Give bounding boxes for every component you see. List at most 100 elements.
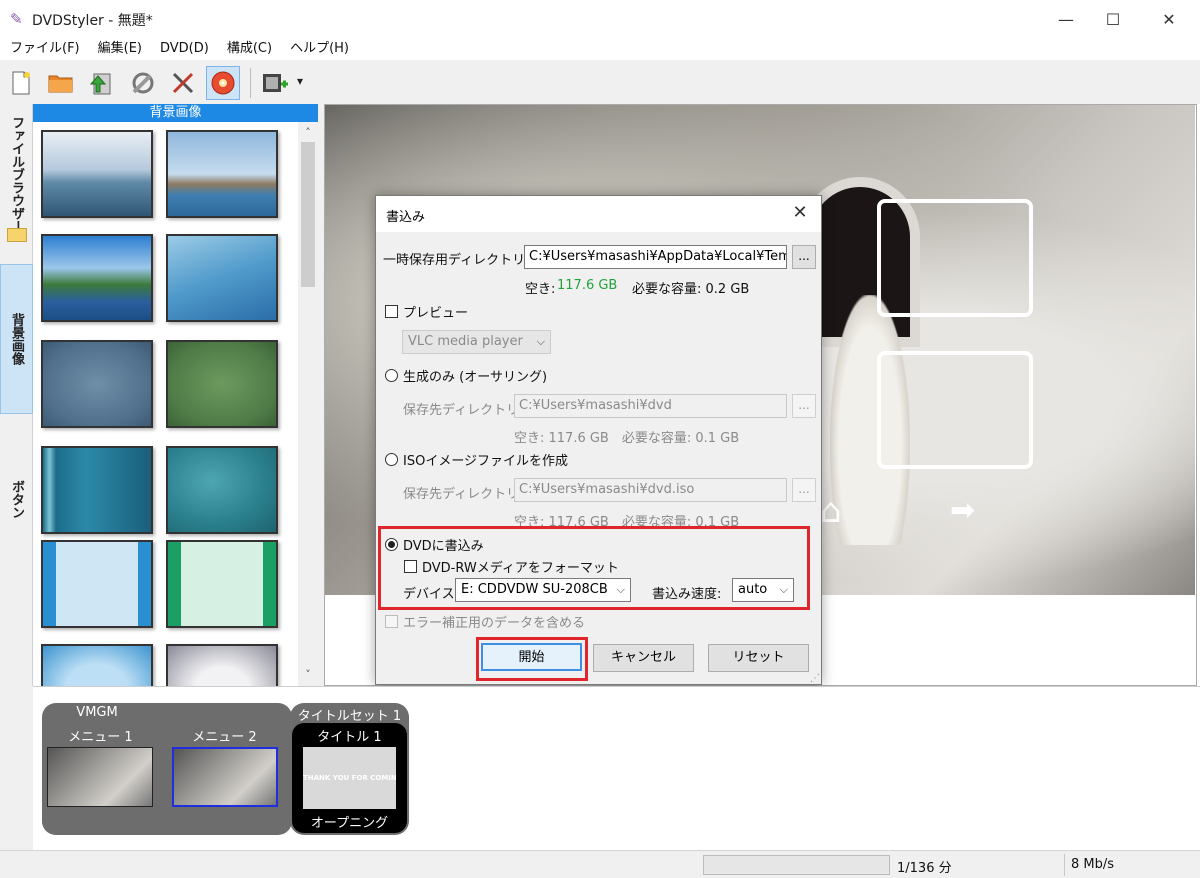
duration-status: 1/136 分 xyxy=(897,861,952,876)
menu-1-thumbnail[interactable] xyxy=(47,747,153,807)
background-thumbnail[interactable] xyxy=(166,540,278,628)
generate-dir-label: 保存先ディレクトリ: xyxy=(403,403,524,418)
generate-only-radio[interactable] xyxy=(385,369,398,382)
title-1-label: タイトル 1 xyxy=(317,730,382,745)
title-1-thumbnail[interactable]: THANK YOU FOR COMIN xyxy=(303,747,396,809)
burn-disc-icon[interactable] xyxy=(206,66,240,100)
format-rw-checkbox[interactable] xyxy=(404,560,417,573)
background-thumbnail[interactable] xyxy=(41,540,153,628)
maximize-button[interactable]: ☐ xyxy=(1090,0,1136,38)
menu-dvd[interactable]: DVD(D) xyxy=(150,38,217,60)
free-space-value: 117.6 GB xyxy=(557,278,618,293)
tab-backgrounds[interactable]: 背景画像 xyxy=(0,264,33,414)
status-bar: 1/136 分 8 Mb/s xyxy=(0,850,1200,878)
speed-select[interactable]: auto ⌵ xyxy=(732,578,794,602)
speed-label: 書込み速度: xyxy=(652,587,722,602)
dialog-close-icon[interactable]: ✕ xyxy=(786,202,814,226)
burn-dvd-label: DVDに書込み xyxy=(403,539,484,554)
free-space-label: 空き: xyxy=(525,282,556,297)
reset-button[interactable]: リセット xyxy=(708,644,809,672)
scrollbar-thumb[interactable] xyxy=(301,142,315,287)
preview-label: プレビュー xyxy=(403,306,469,321)
chevron-down-icon: ⌵ xyxy=(779,583,788,596)
progress-bar xyxy=(703,855,890,875)
format-rw-label: DVD-RWメディアをフォーマット xyxy=(422,561,619,576)
open-folder-icon[interactable] xyxy=(44,66,78,100)
background-thumbnail[interactable] xyxy=(166,234,278,322)
iso-dir-input[interactable]: C:¥Users¥masashi¥dvd.iso xyxy=(514,478,787,502)
iso-label: ISOイメージファイルを作成 xyxy=(403,454,569,469)
titleset-manager: VMGM メニュー 1 メニュー 2 タイトルセット 1 タイトル 1 THAN… xyxy=(33,686,1200,850)
device-value: E: CDDVDW SU-208CB xyxy=(461,582,608,597)
menu-bar: ファイル(F) 編集(E) DVD(D) 構成(C) ヘルプ(H) xyxy=(0,38,1200,60)
add-video-icon[interactable] xyxy=(258,66,292,100)
sidebar-tabs: ファイルブラウザー 背景画像 ボタン xyxy=(0,104,33,686)
panel-header: 背景画像 xyxy=(33,104,318,122)
preview-player-value: VLC media player xyxy=(408,334,523,349)
temp-dir-label: 一時保存用ディレクトリ: xyxy=(383,253,530,268)
background-thumbnail[interactable] xyxy=(166,130,278,218)
scroll-down-icon[interactable]: ˅ xyxy=(298,666,318,684)
device-label: デバイス: xyxy=(403,587,459,602)
burn-dvd-radio[interactable] xyxy=(385,538,398,551)
start-button[interactable]: 開始 xyxy=(481,643,582,671)
preview-checkbox[interactable] xyxy=(385,305,398,318)
generate-only-label: 生成のみ (オーサリング) xyxy=(403,370,548,385)
temp-dir-input[interactable]: C:¥Users¥masashi¥AppData¥Local¥Temp xyxy=(524,245,787,269)
required-space-label: 必要な容量: 0.2 GB xyxy=(632,282,750,297)
speed-value: auto xyxy=(738,582,768,597)
burn-dialog: 書込み ✕ 一時保存用ディレクトリ: C:¥Users¥masashi¥AppD… xyxy=(375,195,822,685)
settings-icon[interactable] xyxy=(126,66,160,100)
next-arrow-icon[interactable]: ➡ xyxy=(950,493,975,528)
background-thumbnail[interactable] xyxy=(166,644,278,686)
menu-2-thumbnail[interactable] xyxy=(172,747,278,807)
tools-icon[interactable] xyxy=(166,66,200,100)
background-thumbnail[interactable] xyxy=(166,446,278,534)
minimize-button[interactable]: — xyxy=(1043,0,1089,38)
ecc-checkbox[interactable] xyxy=(385,615,398,628)
new-icon[interactable] xyxy=(4,66,38,100)
cancel-button[interactable]: キャンセル xyxy=(593,644,694,672)
save-icon[interactable] xyxy=(84,66,118,100)
add-video-dropdown-caret[interactable]: ▾ xyxy=(297,74,303,88)
iso-dir-browse-button[interactable]: ... xyxy=(792,478,816,502)
ecc-label: エラー補正用のデータを含める xyxy=(403,616,586,631)
menu-1-label: メニュー 1 xyxy=(68,730,133,745)
close-window-button[interactable]: ✕ xyxy=(1146,0,1192,38)
background-thumbnail[interactable] xyxy=(166,340,278,428)
menu-config[interactable]: 構成(C) xyxy=(217,38,280,60)
iso-radio[interactable] xyxy=(385,453,398,466)
menu-edit[interactable]: 編集(E) xyxy=(88,38,150,60)
title-bar: ✎ DVDStyler - 無題* — ☐ ✕ xyxy=(0,0,1200,38)
generate-dir-input[interactable]: C:¥Users¥masashi¥dvd xyxy=(514,394,787,418)
app-logo-icon: ✎ xyxy=(10,10,23,28)
scroll-up-icon[interactable]: ˄ xyxy=(298,124,318,142)
menu-2-label: メニュー 2 xyxy=(192,730,257,745)
tab-buttons[interactable]: ボタン xyxy=(0,434,33,564)
dialog-title: 書込み xyxy=(386,210,426,225)
background-thumbnail[interactable] xyxy=(41,446,153,534)
chevron-down-icon: ⌵ xyxy=(536,335,545,348)
generate-space-info: 空き: 117.6 GB 必要な容量: 0.1 GB xyxy=(514,431,740,446)
resize-grip-icon[interactable]: ⋰ xyxy=(810,673,820,684)
background-thumbnail[interactable] xyxy=(41,340,153,428)
title-1-caption: オープニング xyxy=(310,816,389,831)
menu-file[interactable]: ファイル(F) xyxy=(0,38,88,60)
menu-button-frame-2[interactable] xyxy=(877,351,1033,469)
background-thumbnail[interactable] xyxy=(41,234,153,322)
menu-help[interactable]: ヘルプ(H) xyxy=(280,38,357,60)
window-title: DVDStyler - 無題* xyxy=(32,13,153,29)
menu-button-frame-1[interactable] xyxy=(877,199,1033,317)
temp-dir-browse-button[interactable]: ... xyxy=(792,245,816,269)
chevron-down-icon: ⌵ xyxy=(616,583,625,596)
device-select[interactable]: E: CDDVDW SU-208CB ⌵ xyxy=(455,578,631,602)
status-separator xyxy=(1064,854,1065,876)
tab-file-browser[interactable]: ファイルブラウザー xyxy=(0,114,33,234)
generate-dir-browse-button[interactable]: ... xyxy=(792,394,816,418)
background-thumbnail[interactable] xyxy=(41,130,153,218)
preview-player-select[interactable]: VLC media player ⌵ xyxy=(402,330,551,354)
dialog-titlebar: 書込み ✕ xyxy=(376,196,821,232)
home-icon[interactable]: ⌂ xyxy=(820,491,842,531)
vmgm-label: VMGM xyxy=(76,705,118,720)
background-thumbnail[interactable] xyxy=(41,644,153,686)
